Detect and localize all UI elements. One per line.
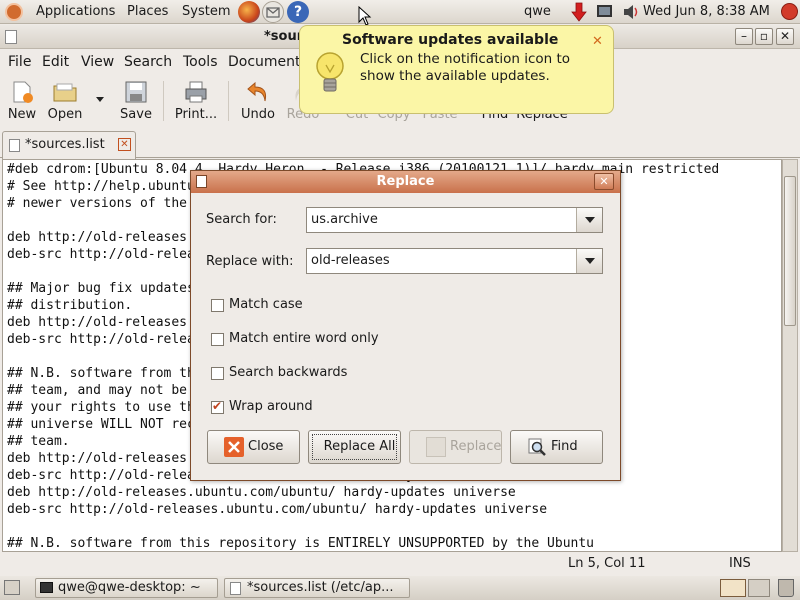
- open-dropdown-icon[interactable]: [96, 97, 104, 102]
- minimize-button[interactable]: –: [735, 28, 753, 45]
- replace-dialog: Replace ✕ Search for: us.archive Replace…: [190, 170, 621, 481]
- new-document-icon: [13, 81, 33, 103]
- scrollbar-thumb[interactable]: [784, 176, 796, 326]
- trash-icon[interactable]: [778, 579, 794, 597]
- user-name[interactable]: qwe: [524, 4, 551, 19]
- notification-message: Click on the notification icon to show t…: [360, 51, 571, 84]
- dialog-title-bar[interactable]: Replace ✕: [191, 171, 620, 193]
- menu-search[interactable]: Search: [124, 54, 172, 70]
- firefox-icon[interactable]: [238, 1, 260, 23]
- code-line[interactable]: ## N.B. software from this repository is…: [7, 536, 594, 551]
- wrap-around-label[interactable]: Wrap around: [229, 399, 313, 414]
- search-for-combo[interactable]: us.archive: [306, 207, 603, 233]
- search-backwards-checkbox[interactable]: [211, 367, 224, 380]
- replace-dialog-button[interactable]: Replace: [409, 430, 502, 464]
- match-word-checkbox[interactable]: [211, 333, 224, 346]
- replace-icon: [426, 437, 446, 457]
- ubuntu-logo-icon[interactable]: [5, 3, 23, 21]
- volume-icon[interactable]: [622, 4, 640, 24]
- print-button[interactable]: Print...: [174, 79, 218, 122]
- replace-all-button[interactable]: Replace All: [308, 430, 401, 464]
- code-line[interactable]: deb-src http://old-releases.ubuntu.com/u…: [7, 502, 547, 517]
- code-line[interactable]: deb http://old-releases.ubuntu.com/ubunt…: [7, 485, 516, 500]
- workspace-switcher-2[interactable]: [748, 579, 770, 597]
- insert-mode: INS: [729, 556, 751, 571]
- dialog-app-icon: [196, 175, 207, 188]
- mail-icon[interactable]: [262, 1, 284, 23]
- workspace-switcher[interactable]: [720, 579, 746, 597]
- places-menu[interactable]: Places: [127, 4, 168, 19]
- replace-with-combo[interactable]: old-releases: [306, 248, 603, 274]
- show-desktop-icon[interactable]: [4, 580, 20, 595]
- folder-icon: [53, 83, 77, 102]
- notification-close-icon[interactable]: ✕: [592, 34, 603, 49]
- printer-icon: [185, 81, 207, 103]
- match-case-label[interactable]: Match case: [229, 297, 303, 312]
- undo-arrow-icon: [247, 81, 266, 102]
- task-terminal[interactable]: qwe@qwe-desktop: ~: [35, 578, 218, 598]
- code-line[interactable]: ## distribution.: [7, 298, 132, 313]
- replace-dropdown-icon[interactable]: [576, 249, 602, 273]
- dialog-close-icon[interactable]: ✕: [594, 173, 614, 190]
- status-bar: Ln 5, Col 11 INS: [0, 553, 800, 575]
- wrap-around-checkbox[interactable]: [211, 399, 224, 414]
- toolbar-separator: [228, 81, 229, 121]
- search-dropdown-icon[interactable]: [576, 208, 602, 232]
- tab-label: *sources.list: [25, 137, 105, 152]
- dialog-title: Replace: [376, 174, 435, 189]
- find-dialog-button[interactable]: Find: [510, 430, 603, 464]
- document-tabs: *sources.list ✕: [0, 128, 800, 159]
- close-tab-icon[interactable]: ✕: [118, 138, 131, 151]
- terminal-icon: [40, 582, 53, 593]
- vertical-scrollbar[interactable]: [782, 159, 798, 552]
- lightbulb-icon: [316, 52, 344, 92]
- gedit-icon: [5, 30, 17, 44]
- match-case-checkbox[interactable]: [211, 299, 224, 312]
- magnifier-icon: [527, 437, 547, 457]
- replace-with-value[interactable]: old-releases: [311, 253, 390, 268]
- close-x-icon: [224, 437, 244, 457]
- search-for-value[interactable]: us.archive: [311, 212, 378, 227]
- menu-edit[interactable]: Edit: [42, 54, 69, 70]
- help-icon[interactable]: ?: [287, 1, 309, 23]
- new-button[interactable]: New: [6, 79, 38, 122]
- applications-menu[interactable]: Applications: [36, 4, 115, 19]
- toolbar-separator: [163, 81, 164, 121]
- menu-tools[interactable]: Tools: [183, 54, 218, 70]
- save-icon: [125, 81, 147, 103]
- search-backwards-label[interactable]: Search backwards: [229, 365, 347, 380]
- cursor-position: Ln 5, Col 11: [568, 556, 646, 571]
- system-menu[interactable]: System: [182, 4, 230, 19]
- tab-sources-list[interactable]: *sources.list ✕: [2, 131, 136, 159]
- menu-view[interactable]: View: [81, 54, 114, 70]
- menu-file[interactable]: File: [8, 54, 31, 70]
- close-window-button[interactable]: ✕: [776, 28, 794, 45]
- clock[interactable]: Wed Jun 8, 8:38 AM: [643, 4, 770, 19]
- maximize-button[interactable]: ▫: [755, 28, 773, 45]
- code-line[interactable]: ## team.: [7, 434, 70, 449]
- replace-with-label: Replace with:: [206, 254, 294, 269]
- notification-bubble[interactable]: Software updates available Click on the …: [299, 25, 614, 114]
- search-for-label: Search for:: [206, 212, 277, 227]
- network-icon[interactable]: [597, 5, 612, 17]
- menu-documents[interactable]: Documents: [228, 54, 308, 70]
- gedit-task-icon: [230, 582, 241, 595]
- top-panel: Applications Places System ? qwe Wed Jun…: [0, 0, 800, 26]
- open-button[interactable]: Open: [46, 79, 84, 122]
- power-icon[interactable]: [781, 3, 798, 20]
- update-notifier-icon[interactable]: [570, 2, 588, 26]
- document-icon: [9, 139, 20, 152]
- bottom-panel: qwe@qwe-desktop: ~ *sources.list (/etc/a…: [0, 576, 800, 600]
- undo-button[interactable]: Undo: [240, 79, 276, 122]
- notification-title: Software updates available: [342, 32, 559, 48]
- save-button[interactable]: Save: [118, 79, 154, 122]
- match-word-label[interactable]: Match entire word only: [229, 331, 379, 346]
- close-button[interactable]: Close: [207, 430, 300, 464]
- task-gedit[interactable]: *sources.list (/etc/ap...: [224, 578, 410, 598]
